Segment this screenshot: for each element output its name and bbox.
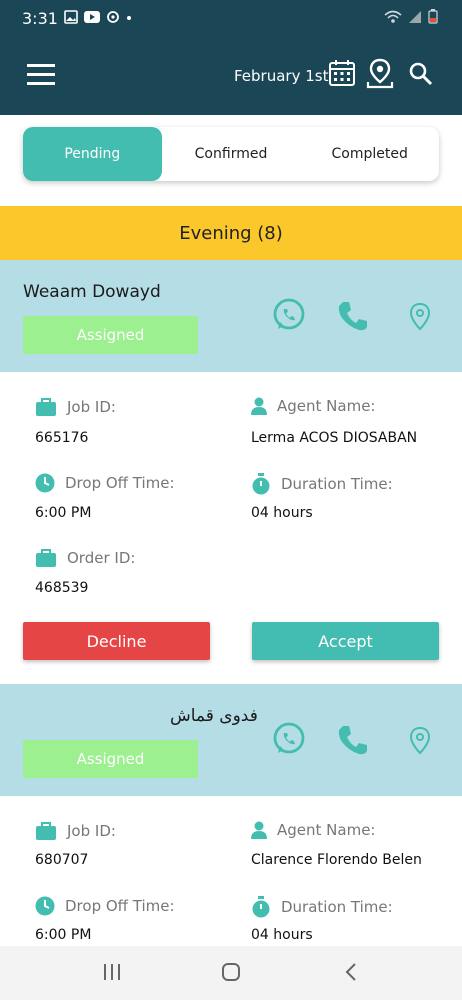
drop-off-time-value: 6:00 PM — [35, 505, 92, 521]
recent-apps-icon[interactable] — [102, 962, 122, 982]
youtube-icon — [84, 11, 100, 23]
clock-icon — [35, 896, 55, 916]
signal-icon — [409, 10, 421, 23]
job-id-field: Job ID: — [35, 397, 116, 417]
person-icon — [251, 821, 267, 839]
job-card-body: Job ID: 665176 Agent Name: Lerma ACOS DI… — [0, 372, 462, 684]
drop-off-time-value: 6:00 PM — [35, 927, 92, 943]
agent-name-value: Lerma ACOS DIOSABAN — [251, 430, 418, 446]
stopwatch-icon — [252, 473, 270, 495]
status-time: 3:31 — [22, 9, 58, 28]
stopwatch-icon — [252, 896, 270, 918]
job-card-header: Weaam Dowayd Assigned — [0, 260, 462, 372]
section-title: Evening (8) — [179, 222, 283, 244]
duration-time-value: 04 hours — [251, 927, 313, 943]
job-id-label: Job ID: — [67, 822, 116, 840]
agent-name-field: Agent Name: — [251, 821, 375, 839]
whatsapp-icon[interactable] — [272, 722, 306, 756]
status-tabs: Pending Confirmed Completed — [23, 127, 439, 181]
briefcase-icon — [36, 549, 56, 567]
phone-icon[interactable] — [337, 724, 369, 756]
duration-time-value: 04 hours — [251, 505, 313, 521]
duration-time-field: Duration Time: — [251, 473, 393, 495]
order-id-label: Order ID: — [67, 549, 136, 567]
agent-name-label: Agent Name: — [277, 821, 376, 839]
whatsapp-icon[interactable] — [272, 298, 306, 332]
drop-off-time-field: Drop Off Time: — [35, 473, 175, 493]
selected-date[interactable]: February 1st — [234, 67, 328, 85]
search-icon[interactable] — [408, 61, 434, 87]
gallery-icon — [64, 10, 78, 24]
person-icon — [251, 397, 267, 415]
tab-completed[interactable]: Completed — [300, 127, 439, 181]
agent-name-label: Agent Name: — [277, 397, 376, 415]
briefcase-icon — [36, 822, 56, 840]
status-notification-icons — [64, 10, 133, 24]
status-badge: Assigned — [23, 316, 198, 354]
job-id-value: 680707 — [35, 852, 89, 868]
status-bar: 3:31 — [0, 0, 462, 38]
app-bar: February 1st — [0, 38, 462, 115]
status-badge: Assigned — [23, 740, 198, 778]
system-nav-bar — [0, 946, 462, 1000]
job-card-body: Job ID: 680707 Agent Name: Clarence Flor… — [0, 796, 462, 946]
decline-button[interactable]: Decline — [23, 622, 210, 660]
dot-icon — [127, 16, 131, 20]
customer-name: فدوى قماش — [170, 706, 258, 726]
clock-icon — [35, 473, 55, 493]
duration-time-field: Duration Time: — [251, 896, 393, 918]
tab-confirmed[interactable]: Confirmed — [162, 127, 301, 181]
drop-off-time-field: Drop Off Time: — [35, 896, 175, 916]
section-header: Evening (8) — [0, 206, 462, 260]
order-id-field: Order ID: — [35, 548, 135, 568]
sync-icon — [107, 11, 119, 23]
drop-off-time-label: Drop Off Time: — [65, 474, 175, 492]
calendar-icon[interactable] — [328, 58, 356, 88]
status-system-icons — [384, 9, 438, 24]
briefcase-icon — [36, 398, 56, 416]
order-id-value: 468539 — [35, 580, 89, 596]
wifi-icon — [384, 10, 402, 23]
job-id-label: Job ID: — [67, 398, 116, 416]
job-id-value: 665176 — [35, 430, 89, 446]
location-icon[interactable] — [408, 726, 432, 756]
tabs-container: Pending Confirmed Completed — [0, 115, 462, 206]
map-pin-icon[interactable] — [366, 58, 394, 90]
battery-icon — [428, 9, 438, 24]
duration-time-label: Duration Time: — [281, 898, 393, 916]
duration-time-label: Duration Time: — [281, 475, 393, 493]
back-icon[interactable] — [343, 962, 359, 982]
home-icon[interactable] — [221, 962, 241, 982]
location-icon[interactable] — [408, 302, 432, 332]
agent-name-field: Agent Name: — [251, 397, 375, 415]
accept-button[interactable]: Accept — [252, 622, 439, 660]
menu-icon[interactable] — [26, 60, 56, 90]
job-id-field: Job ID: — [35, 821, 116, 841]
job-card-header: فدوى قماش Assigned — [0, 684, 462, 796]
phone-icon[interactable] — [337, 300, 369, 332]
drop-off-time-label: Drop Off Time: — [65, 897, 175, 915]
customer-name: Weaam Dowayd — [23, 282, 161, 302]
tab-pending[interactable]: Pending — [23, 127, 162, 181]
agent-name-value: Clarence Florendo Belen — [251, 852, 422, 868]
